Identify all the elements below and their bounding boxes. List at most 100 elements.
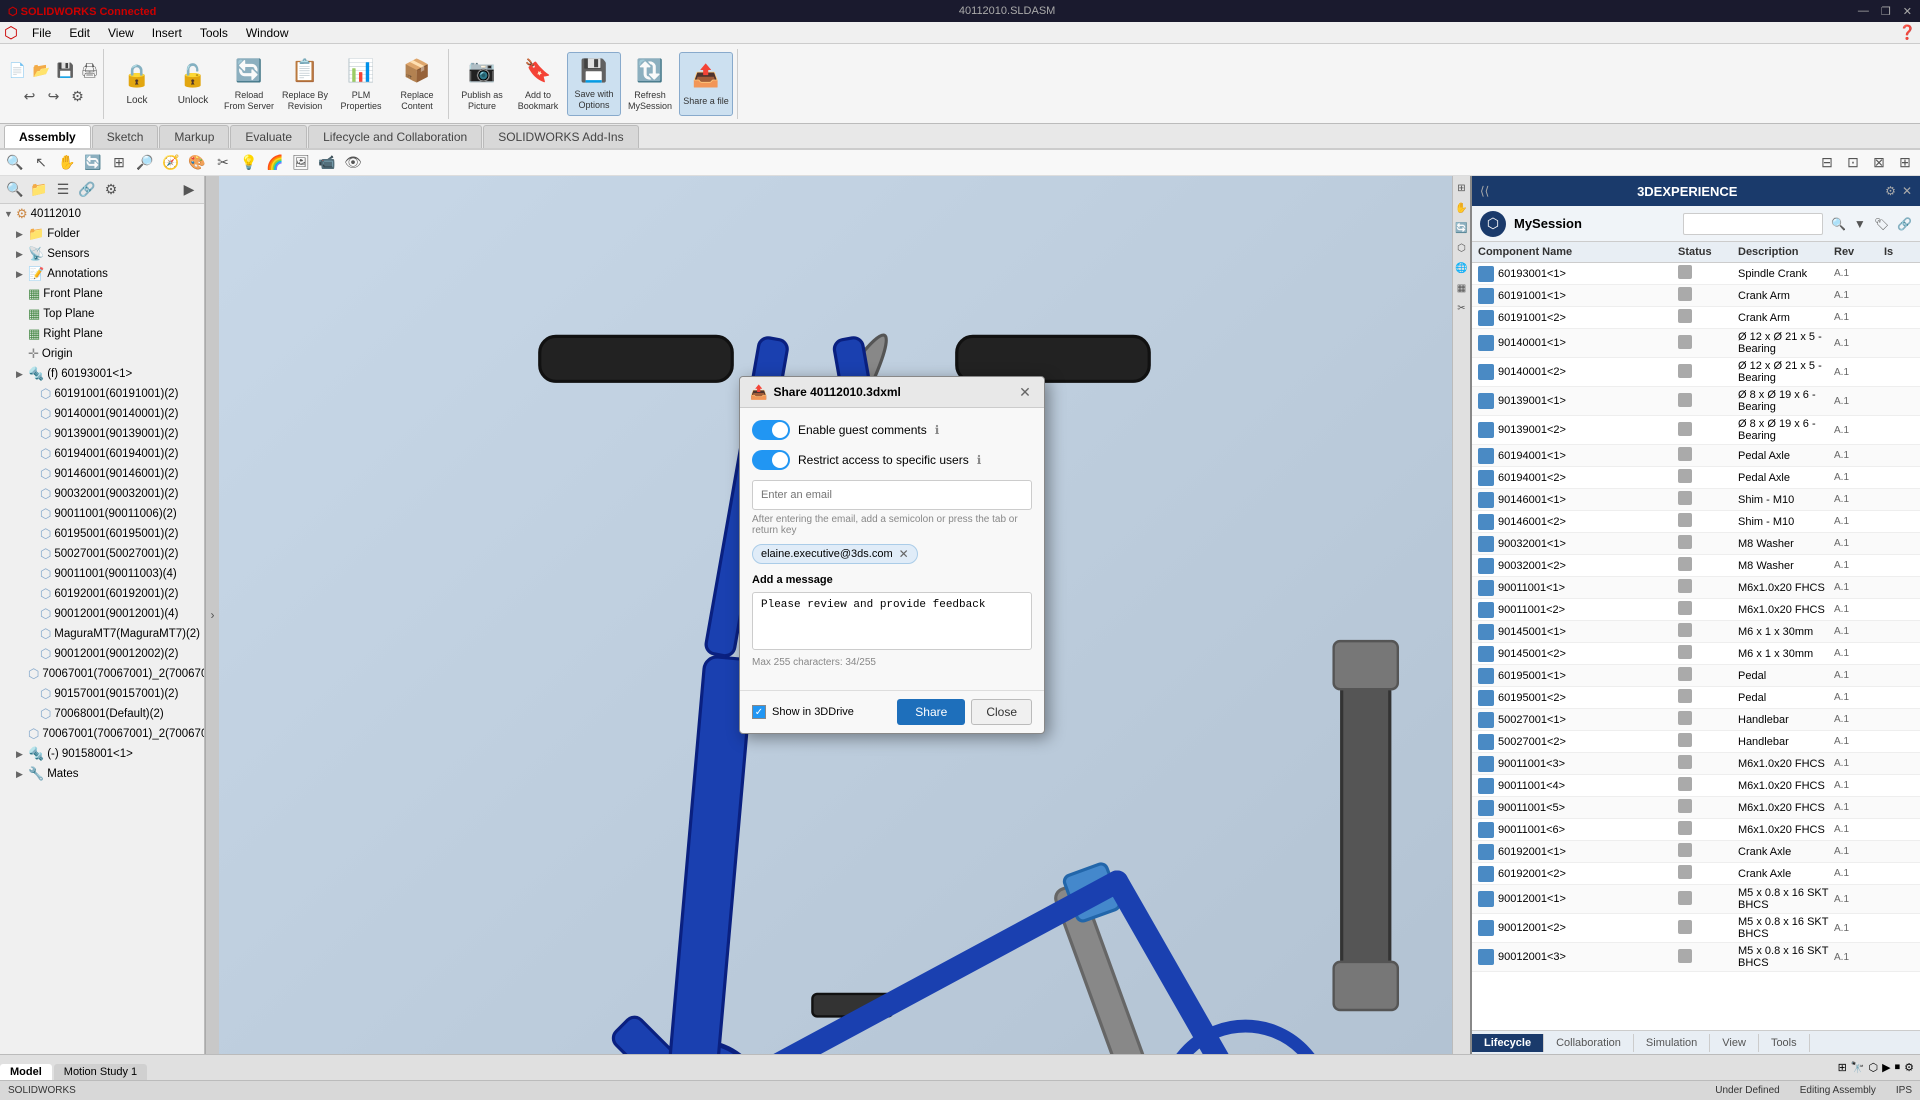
exp-tab-tools[interactable]: Tools	[1759, 1034, 1810, 1052]
exp-table-row[interactable]: 60191001<2> Crank Arm A.1	[1472, 307, 1920, 329]
save-btn[interactable]: 💾	[55, 60, 77, 82]
animation-stop-btn[interactable]: ⏹	[1895, 1061, 1901, 1074]
session-search[interactable]	[1683, 213, 1823, 235]
exp-table-row[interactable]: 90032001<1> M8 Washer A.1	[1472, 533, 1920, 555]
exp-table-row[interactable]: 50027001<2> Handlebar A.1	[1472, 731, 1920, 753]
tree-item-front-plane[interactable]: ▦ Front Plane	[0, 284, 204, 304]
tree-item-top-plane[interactable]: ▦ Top Plane	[0, 304, 204, 324]
share-file-button[interactable]: 📤 Share a file	[679, 52, 733, 116]
guest-comments-info-icon[interactable]: ℹ	[935, 423, 940, 437]
minimize-button[interactable]: —	[1858, 5, 1869, 18]
tree-item-comp6[interactable]: ⬡ 90146001(90146001)(2)	[0, 464, 204, 484]
exp-table-row[interactable]: 90012001<2> M5 x 0.8 x 16 SKT BHCS A.1	[1472, 914, 1920, 943]
exp-table-row[interactable]: 60195001<2> Pedal A.1	[1472, 687, 1920, 709]
guest-comments-toggle[interactable]	[752, 420, 790, 440]
help-icon[interactable]: ❓	[1899, 24, 1916, 41]
exp-table-row[interactable]: 90011001<3> M6x1.0x20 FHCS A.1	[1472, 753, 1920, 775]
tree-link-btn[interactable]: 🔗	[76, 179, 98, 201]
lock-button[interactable]: 🔒 Lock	[110, 52, 164, 116]
menu-view[interactable]: View	[100, 24, 142, 42]
tab-evaluate[interactable]: Evaluate	[230, 125, 307, 148]
rotate-icon[interactable]: 🔄	[82, 152, 104, 174]
tree-item-right-plane[interactable]: ▦ Right Plane	[0, 324, 204, 344]
restrict-access-info-icon[interactable]: ℹ	[977, 453, 982, 467]
save-options-button[interactable]: 💾 Save with Options	[567, 52, 621, 116]
exp-table-row[interactable]: 90011001<2> M6x1.0x20 FHCS A.1	[1472, 599, 1920, 621]
replace-content-button[interactable]: 📦 Replace Content	[390, 52, 444, 116]
tree-item-comp19[interactable]: ⬡ 70067001(70067001)_2(70067002)(2)	[0, 724, 204, 744]
tree-item-comp15[interactable]: ⬡ 90012001(90012002)(2)	[0, 644, 204, 664]
print-btn[interactable]: 🖨	[79, 60, 101, 82]
exp-table-row[interactable]: 50027001<1> Handlebar A.1	[1472, 709, 1920, 731]
display-type-btn[interactable]: ⬡	[1869, 1061, 1879, 1074]
redo-btn[interactable]: ↪	[43, 86, 65, 108]
title-right[interactable]: — ❐ ✕	[1858, 5, 1912, 18]
tab-sketch[interactable]: Sketch	[92, 125, 159, 148]
exp-tab-simulation[interactable]: Simulation	[1634, 1034, 1710, 1052]
animation-play-btn[interactable]: ▶	[1882, 1061, 1890, 1074]
exp-table-row[interactable]: 60193001<1> Spindle Crank A.1	[1472, 263, 1920, 285]
tree-expand-icon[interactable]: ▶	[178, 179, 200, 201]
exp-settings-icon[interactable]: ⚙	[1885, 184, 1896, 198]
exp-table-row[interactable]: 90145001<1> M6 x 1 x 30mm A.1	[1472, 621, 1920, 643]
appearance-icon[interactable]: 🌈	[264, 152, 286, 174]
tree-item-comp13[interactable]: ⬡ 90012001(90012001)(4)	[0, 604, 204, 624]
tree-item-origin[interactable]: ✛ Origin	[0, 344, 204, 364]
tree-item-comp18[interactable]: ⬡ 70068001(Default)(2)	[0, 704, 204, 724]
exp-table-row[interactable]: 90146001<2> Shim - M10 A.1	[1472, 511, 1920, 533]
zoom-fit-icon[interactable]: ⊞	[108, 152, 130, 174]
plm-button[interactable]: 📊 PLM Properties	[334, 52, 388, 116]
tree-select-btn[interactable]: ☰	[52, 179, 74, 201]
tree-item-comp11[interactable]: ⬡ 90011001(90011003)(4)	[0, 564, 204, 584]
viewport[interactable]: 📤 Share 40112010.3dxml ✕ Enable guest co…	[219, 176, 1470, 1054]
scene-icon[interactable]: 🖼	[290, 152, 312, 174]
view-btn-2[interactable]: ⊡	[1842, 152, 1864, 174]
tree-item-mates[interactable]: ▶ 🔧 Mates	[0, 764, 204, 784]
camera-icon[interactable]: 📹	[316, 152, 338, 174]
exp-tab-lifecycle[interactable]: Lifecycle	[1472, 1034, 1544, 1052]
view-btn-4[interactable]: ⊞	[1894, 152, 1916, 174]
tree-item-comp17[interactable]: ⬡ 90157001(90157001)(2)	[0, 684, 204, 704]
tree-item-comp3[interactable]: ⬡ 90140001(90140001)(2)	[0, 404, 204, 424]
exp-table-row[interactable]: 60195001<1> Pedal A.1	[1472, 665, 1920, 687]
exp-table-row[interactable]: 90139001<1> Ø 8 x Ø 19 x 6 - Bearing A.1	[1472, 387, 1920, 416]
exp-table-row[interactable]: 90011001<6> M6x1.0x20 FHCS A.1	[1472, 819, 1920, 841]
exp-table-row[interactable]: 90012001<1> M5 x 0.8 x 16 SKT BHCS A.1	[1472, 885, 1920, 914]
exp-table-row[interactable]: 60194001<1> Pedal Axle A.1	[1472, 445, 1920, 467]
share-button[interactable]: Share	[897, 699, 965, 725]
exp-table-row[interactable]: 90140001<2> Ø 12 x Ø 21 x 5 - Bearing A.…	[1472, 358, 1920, 387]
tab-assembly[interactable]: Assembly	[4, 125, 91, 148]
tree-item-comp14[interactable]: ⬡ MaguraMT7(MaguraMT7)(2)	[0, 624, 204, 644]
tree-item-annotations[interactable]: ▶ 📝 Annotations	[0, 264, 204, 284]
tree-item-comp2[interactable]: ⬡ 60191001(60191001)(2)	[0, 384, 204, 404]
exp-table-row[interactable]: 90146001<1> Shim - M10 A.1	[1472, 489, 1920, 511]
section-view-icon[interactable]: ✂	[212, 152, 234, 174]
tree-item-comp12[interactable]: ⬡ 60192001(60192001)(2)	[0, 584, 204, 604]
exp-table-row[interactable]: 90139001<2> Ø 8 x Ø 19 x 6 - Bearing A.1	[1472, 416, 1920, 445]
exp-table-row[interactable]: 90012001<3> M5 x 0.8 x 16 SKT BHCS A.1	[1472, 943, 1920, 972]
add-bookmark-button[interactable]: 🔖 Add to Bookmark	[511, 52, 565, 116]
menu-file[interactable]: File	[24, 24, 59, 42]
tree-collapse-btn[interactable]: 📁	[28, 179, 50, 201]
zoom-icon[interactable]: 🔎	[134, 152, 156, 174]
tag-icon[interactable]: 🏷	[1874, 217, 1889, 231]
display-style-icon[interactable]: 🎨	[186, 152, 208, 174]
publish-picture-button[interactable]: 📷 Publish as Picture	[455, 52, 509, 116]
exp-table-row[interactable]: 90140001<1> Ø 12 x Ø 21 x 5 - Bearing A.…	[1472, 329, 1920, 358]
tree-item-comp7[interactable]: ⬡ 90032001(90032001)(2)	[0, 484, 204, 504]
restrict-access-toggle[interactable]	[752, 450, 790, 470]
exp-table-row[interactable]: 90145001<2> M6 x 1 x 30mm A.1	[1472, 643, 1920, 665]
menu-edit[interactable]: Edit	[61, 24, 98, 42]
exp-table-row[interactable]: 60194001<2> Pedal Axle A.1	[1472, 467, 1920, 489]
filter-icon[interactable]: 🔍	[4, 152, 26, 174]
refresh-session-button[interactable]: 🔃 Refresh MySession	[623, 52, 677, 116]
animation-settings-btn[interactable]: ⚙	[1904, 1061, 1914, 1074]
email-input[interactable]	[752, 480, 1032, 510]
menu-window[interactable]: Window	[238, 24, 297, 42]
open-btn[interactable]: 📂	[31, 60, 53, 82]
link-icon[interactable]: 🔗	[1897, 217, 1912, 231]
tree-item-comp20[interactable]: ▶ 🔩 (-) 90158001<1>	[0, 744, 204, 764]
exp-table-row[interactable]: 60192001<1> Crank Axle A.1	[1472, 841, 1920, 863]
hide-show-icon[interactable]: 👁	[342, 152, 364, 174]
zoom-control[interactable]: ⊞	[1838, 1061, 1847, 1074]
